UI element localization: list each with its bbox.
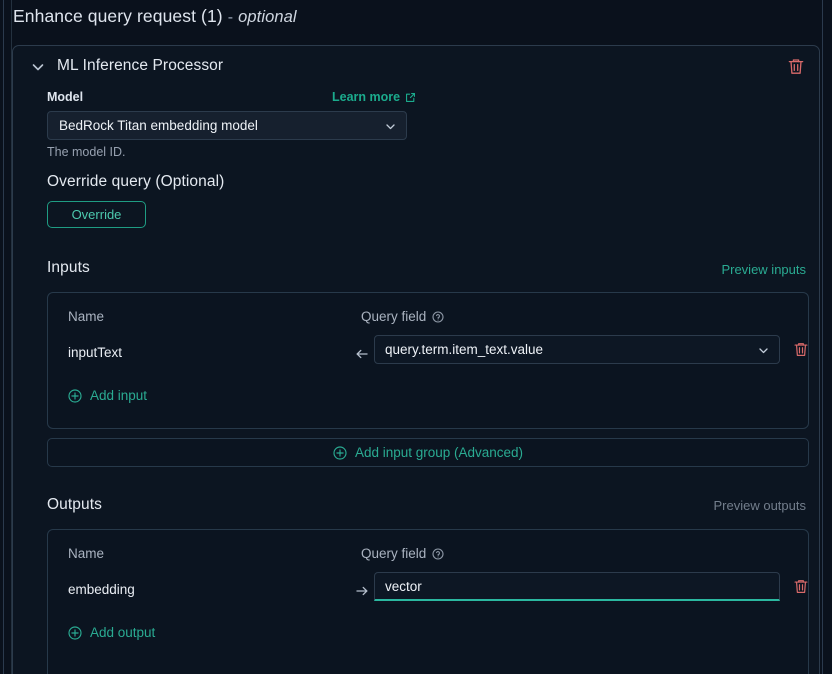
chevron-down-icon[interactable] [30, 59, 46, 75]
model-select-value: BedRock Titan embedding model [59, 118, 258, 133]
ml-inference-processor-card: ML Inference Processor Model Learn more [12, 45, 820, 674]
processor-editor-page: Enhance query request (1) - optional ML … [0, 0, 832, 674]
processor-title: ML Inference Processor [57, 57, 224, 74]
right-outer-divider [822, 0, 823, 674]
add-input-label: Add input [90, 388, 148, 403]
preview-inputs-link[interactable]: Preview inputs [721, 262, 806, 277]
outputs-panel: Name Query field embedding vector Add ou… [47, 529, 809, 674]
output-query-field-input[interactable]: vector [374, 572, 780, 601]
model-label: Model [47, 90, 84, 104]
arrow-right-icon [355, 584, 369, 598]
override-button[interactable]: Override [47, 201, 146, 228]
add-input-group-label: Add input group (Advanced) [354, 445, 524, 460]
trash-icon[interactable] [793, 578, 809, 595]
external-link-icon [406, 92, 416, 102]
add-input-group-button[interactable]: Add input group (Advanced) [47, 438, 809, 467]
input-query-field-select[interactable]: query.term.item_text.value [374, 335, 780, 364]
table-row: embedding [68, 582, 135, 597]
learn-more-link[interactable]: Learn more [332, 90, 416, 104]
plus-circle-icon [333, 445, 347, 460]
model-help-text: The model ID. [47, 145, 126, 159]
output-query-field-value: vector [385, 579, 422, 594]
add-output-button[interactable]: Add output [68, 625, 155, 640]
outputs-column-query-field: Query field [361, 546, 444, 561]
outputs-title: Outputs [47, 496, 102, 513]
input-query-field-value: query.term.item_text.value [385, 342, 544, 357]
left-outer-divider [3, 0, 4, 674]
page-title: Enhance query request (1) - optional [13, 6, 297, 27]
page-title-main: Enhance query request (1) [13, 6, 223, 26]
inputs-panel: Name Query field inputText query.term.it… [47, 292, 809, 429]
inputs-column-query-label: Query field [361, 309, 427, 324]
chevron-down-icon [384, 120, 397, 133]
add-output-label: Add output [90, 625, 156, 640]
preview-outputs-link[interactable]: Preview outputs [714, 498, 807, 513]
inputs-title: Inputs [47, 259, 90, 276]
trash-icon[interactable] [787, 57, 805, 76]
page-title-optional: optional [238, 8, 297, 26]
table-row: inputText [68, 345, 123, 360]
question-circle-icon[interactable] [432, 310, 444, 323]
add-input-button[interactable]: Add input [68, 388, 147, 403]
plus-circle-icon [68, 388, 82, 403]
outputs-column-query-label: Query field [361, 546, 427, 561]
arrow-left-icon [355, 347, 369, 361]
chevron-down-icon [757, 344, 770, 357]
inputs-column-name: Name [68, 309, 105, 324]
model-select[interactable]: BedRock Titan embedding model [47, 111, 407, 140]
question-circle-icon[interactable] [432, 547, 444, 560]
plus-circle-icon [68, 625, 82, 640]
add-input-group-content: Add input group (Advanced) [333, 445, 523, 460]
page-title-dash: - [227, 9, 234, 26]
trash-icon[interactable] [793, 341, 809, 358]
override-query-title: Override query (Optional) [47, 173, 225, 190]
outputs-column-name: Name [68, 546, 105, 561]
inputs-column-query-field: Query field [361, 309, 444, 324]
learn-more-label: Learn more [332, 90, 401, 104]
processor-card-header: ML Inference Processor [13, 46, 819, 90]
